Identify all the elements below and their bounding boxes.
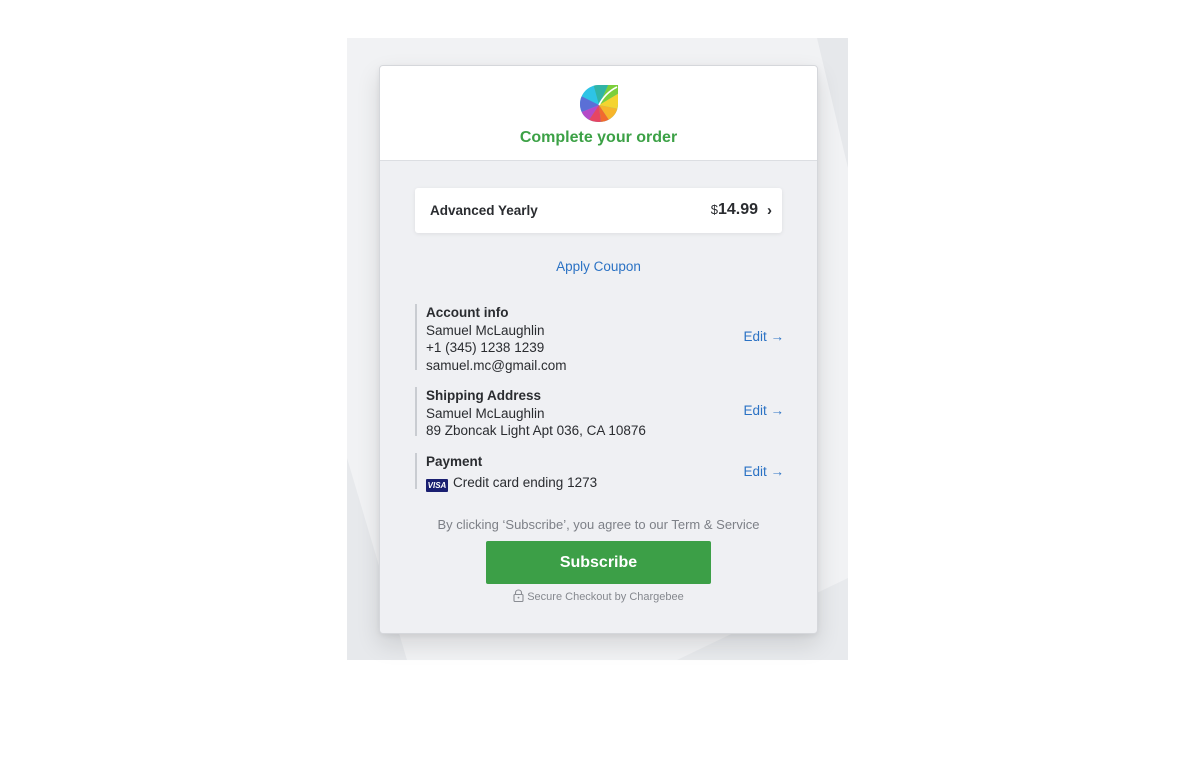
plan-name: Advanced Yearly [430, 203, 538, 218]
edit-shipping-link[interactable]: Edit → [743, 403, 784, 418]
edit-account-link[interactable]: Edit → [743, 329, 784, 344]
price-currency: $ [710, 202, 718, 217]
terms-notice: By clicking ‘Subscribe’, you agree to ou… [437, 517, 760, 532]
shipping-name: Samuel McLaughlin [426, 405, 545, 421]
payment-section: Payment VISA Credit card ending 1273 Edit… [415, 453, 784, 492]
secure-checkout-note: Secure Checkout by Chargebee [380, 589, 817, 603]
account-info-section: Account info Samuel McLaughlin +1 (345) … [415, 304, 784, 373]
lock-icon [513, 589, 524, 602]
account-email: samuel.mc@gmail.com [426, 357, 567, 373]
chargebee-leaf-logo-icon [580, 85, 618, 122]
page-title: Complete your order [519, 129, 678, 146]
section-title: Shipping Address [426, 388, 542, 403]
edit-payment-link[interactable]: Edit → [743, 464, 784, 479]
section-title: Payment [426, 454, 483, 469]
apply-coupon-link[interactable]: Apply Coupon [380, 259, 817, 274]
price-amount: 14.99 [717, 201, 758, 218]
payment-method: VISA Credit card ending 1273 [426, 474, 784, 492]
checkout-header: Complete your order [380, 66, 817, 161]
checkout-card: Complete your order Advanced Yearly $14.… [379, 65, 818, 634]
plan-selector[interactable]: Advanced Yearly $14.99 › [415, 188, 782, 233]
card-description: Credit card ending 1273 [453, 474, 598, 490]
secure-checkout-text: Secure Checkout by Chargebee [527, 591, 684, 603]
subscribe-button[interactable]: Subscribe [486, 541, 711, 584]
shipping-address: 89 Zboncak Light Apt 036, CA 10876 [426, 423, 646, 438]
account-phone: +1 (345) 1238 1239 [426, 340, 545, 355]
visa-card-icon: VISA [426, 478, 448, 492]
plan-price: $14.99 [711, 201, 758, 219]
chevron-right-icon: › [767, 202, 772, 219]
section-title: Account info [426, 305, 509, 320]
account-name: Samuel McLaughlin [426, 322, 545, 338]
shipping-address-section: Shipping Address Samuel McLaughlin 89 Zb… [415, 387, 784, 438]
